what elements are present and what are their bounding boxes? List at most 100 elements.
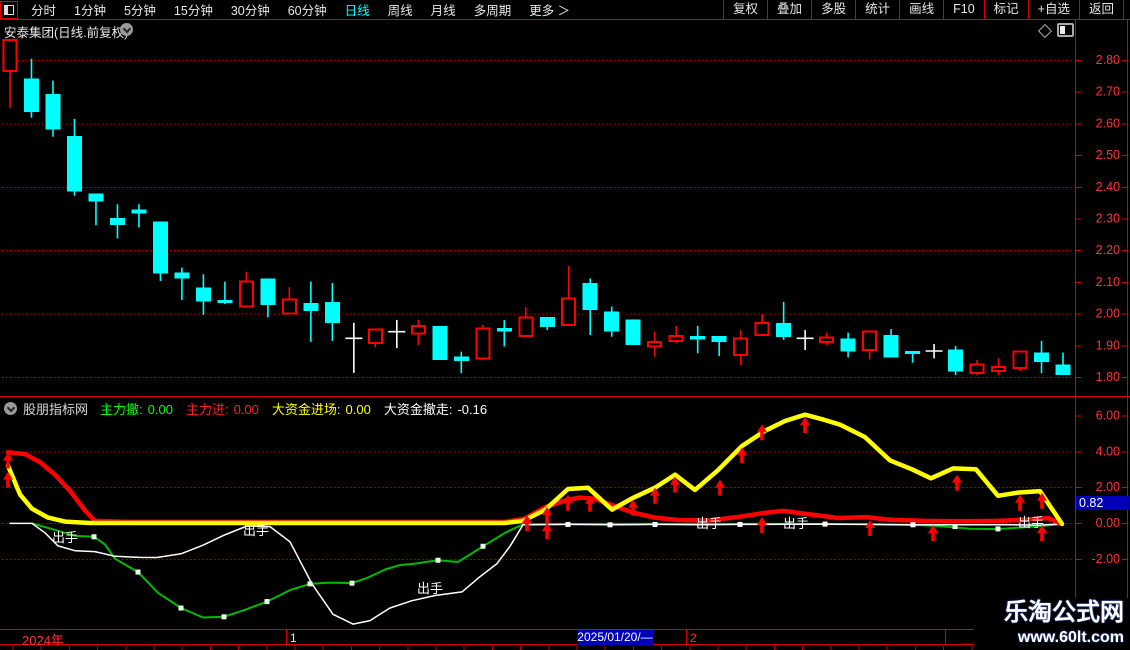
price-axis-label: 1.90 — [1096, 338, 1120, 352]
candle — [625, 319, 641, 345]
buy-arrow-icon — [1015, 494, 1025, 511]
indicator-field-value: -0.16 — [457, 401, 488, 417]
candle — [518, 316, 534, 338]
action-button-3[interactable]: 统计 — [855, 0, 899, 19]
candle — [281, 298, 297, 315]
app-window: 2.80 2.70 2.60 2.50 2.40 2.30 2.20 2.10 2.00 1.90… — [0, 0, 1130, 650]
buy-arrow-icon — [1037, 492, 1047, 509]
candle — [2, 39, 18, 73]
action-button-6[interactable]: 标记 — [983, 0, 1028, 19]
indicator-fields: 主力撤: 0.00 主力进: 0.00 大资金进场: 0.00 大资金撤走: -0.16 — [100, 399, 500, 418]
candle — [905, 351, 921, 355]
indicator-collapse-icon[interactable] — [4, 401, 17, 415]
period-tab-1[interactable]: 1分钟 — [65, 0, 115, 19]
period-tab-5[interactable]: 60分钟 — [279, 0, 336, 19]
candle — [948, 349, 964, 372]
period-tab-8[interactable]: 月线 — [422, 0, 465, 19]
period-tab-10[interactable]: 更多 ＞ — [520, 0, 579, 19]
price-axis-label: 2.30 — [1096, 212, 1120, 226]
candle — [410, 324, 426, 335]
candle — [496, 327, 512, 332]
period-tab-0[interactable]: 分时 — [22, 0, 65, 19]
candle — [45, 93, 61, 130]
action-button-5[interactable]: F10 — [943, 0, 984, 19]
buy-arrow-icon — [800, 417, 810, 434]
series-marker — [221, 614, 227, 620]
indicator-field-label: 主力撤: — [100, 401, 143, 417]
candle — [883, 334, 899, 358]
candle — [367, 328, 383, 344]
watermark-line1: 乐淘公式网 — [1004, 599, 1124, 626]
candle — [453, 356, 469, 361]
period-tab-6[interactable]: 日线 — [336, 0, 379, 19]
candle — [539, 316, 555, 328]
price-axis-label: 2.20 — [1096, 243, 1120, 257]
candle — [1012, 350, 1028, 369]
signal-label: 出手 — [417, 581, 443, 596]
period-menu: 分时 1分钟 5分钟 15分钟 30分钟 60分钟 日线 周线 月线 多周期 更多 ＞ — [22, 0, 579, 19]
indicator-source: 股朋指标网 — [23, 401, 89, 417]
price-axis-label: 2.00 — [1096, 307, 1120, 321]
indicator-axis-label: 4.00 — [1096, 444, 1120, 458]
candle — [840, 338, 856, 352]
candle — [776, 322, 792, 338]
action-button-4[interactable]: 画线 — [899, 0, 943, 19]
indicator-axis-label: 2.00 — [1096, 480, 1120, 494]
watermark-line2: www.60lt.com — [1017, 629, 1124, 646]
buy-arrow-icon — [865, 519, 875, 536]
series-marker — [349, 580, 355, 586]
indicator-field-label: 大资金进场: — [271, 401, 341, 417]
series-marker — [307, 581, 313, 587]
period-tab-7[interactable]: 周线 — [379, 0, 422, 19]
candle — [1034, 352, 1050, 362]
period-tab-3[interactable]: 15分钟 — [165, 0, 222, 19]
title-dropdown-icon[interactable] — [120, 23, 133, 36]
layout-toggle-icon[interactable] — [0, 0, 18, 19]
indicator-value-badge: 0.82 — [1076, 496, 1129, 510]
action-button-1[interactable]: 叠加 — [767, 0, 811, 19]
candle — [754, 321, 770, 337]
buy-arrow-icon — [757, 516, 767, 533]
split-view-icon[interactable] — [1057, 23, 1074, 37]
candle — [711, 336, 727, 342]
candle — [260, 278, 276, 306]
indicator-field-value: 0.00 — [345, 401, 371, 417]
buy-arrow-icon — [542, 523, 552, 539]
series-marker — [910, 522, 916, 528]
period-tab-9[interactable]: 多周期 — [465, 0, 521, 19]
action-button-0[interactable]: 复权 — [723, 0, 767, 19]
indicator-field-3: 大资金撤走: -0.16 — [384, 399, 487, 418]
candle — [66, 136, 82, 192]
signal-label: 出手 — [1018, 515, 1044, 530]
price-axis-label: 2.80 — [1096, 53, 1120, 67]
series-marker — [607, 522, 613, 528]
series-marker — [178, 605, 184, 611]
action-button-7[interactable]: +自选 — [1027, 0, 1079, 19]
candle — [475, 327, 491, 360]
candle — [862, 330, 878, 352]
candle — [432, 325, 448, 360]
series-marker — [480, 543, 486, 549]
candle — [582, 283, 598, 311]
x-axis-month-marker: 1 — [290, 631, 297, 645]
action-button-8[interactable]: 返回 — [1078, 0, 1124, 19]
indicator-field-value: 0.00 — [233, 401, 259, 417]
selected-date-badge: 2025/01/20/— — [577, 630, 653, 645]
action-button-2[interactable]: 多股 — [811, 0, 855, 19]
action-menu: 复权 叠加 多股 统计 画线 F10 标记 +自选 返回 — [723, 0, 1124, 19]
candle — [303, 302, 319, 312]
chart-canvas[interactable]: 2.80 2.70 2.60 2.50 2.40 2.30 2.20 2.10 2.00 1.90… — [0, 0, 1130, 650]
period-tab-2[interactable]: 5分钟 — [115, 0, 165, 19]
candle — [195, 287, 211, 302]
series-marker — [91, 534, 97, 540]
indicator-axis-label: 6.00 — [1096, 409, 1120, 423]
signal-label: 出手 — [52, 530, 78, 545]
indicator-field-2: 大资金进场: 0.00 — [272, 399, 371, 418]
candle — [561, 297, 577, 327]
candle — [604, 311, 620, 332]
signal-label: 出手 — [696, 516, 722, 531]
indicator-axis-label: 0.00 — [1096, 516, 1120, 530]
candle — [152, 221, 168, 274]
series-marker — [565, 521, 571, 527]
period-tab-4[interactable]: 30分钟 — [222, 0, 279, 19]
